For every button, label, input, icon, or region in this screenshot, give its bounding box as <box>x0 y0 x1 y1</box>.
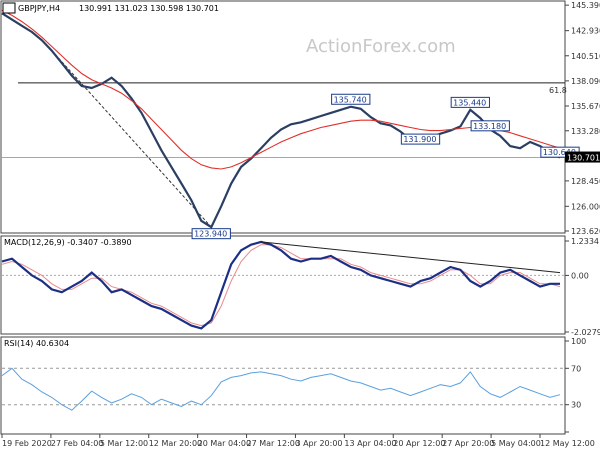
price-annotation-label: 133.180 <box>473 122 506 131</box>
x-axis-date-label: 5 Mar 12:00 <box>100 439 148 448</box>
x-axis-date-label: 5 May 04:00 <box>491 439 541 448</box>
macd-title: MACD(12,26,9) -0.3407 -0.3890 <box>4 238 132 247</box>
x-axis-date-label: 19 Feb 2020 <box>2 439 52 448</box>
x-axis-date-label: 3 Apr 20:00 <box>295 439 342 448</box>
x-axis-date-label: 20 Mar 04:00 <box>198 439 251 448</box>
x-axis-date-label: 27 Feb 04:00 <box>51 439 103 448</box>
macd-tick-label: -2.0279 <box>571 328 600 337</box>
price-tick-label: 140.510 <box>571 52 600 61</box>
rsi-tick-label: 70 <box>571 364 581 373</box>
chart-root: 145.390 142.930 140.510 138.090 135.670 133.2… <box>0 0 600 450</box>
current-price-label: 130.701 <box>567 154 600 163</box>
rsi-title: RSI(14) 40.6304 <box>4 339 69 348</box>
x-axis-date-label: 27 Mar 12:00 <box>247 439 300 448</box>
price-tick-label: 135.670 <box>571 102 600 111</box>
price-tick-label: 133.280 <box>571 127 600 136</box>
price-tick-label: 126.000 <box>571 202 600 211</box>
x-axis-date-label: 13 Apr 04:00 <box>344 439 396 448</box>
indicator-icon <box>2 2 16 14</box>
fib-label: 61.8 <box>549 86 567 95</box>
x-axis-date-label: 27 Apr 20:00 <box>442 439 494 448</box>
watermark: ActionForex.com <box>306 36 456 57</box>
price-annotation-label: 135.440 <box>453 98 486 107</box>
price-tick-label: 145.390 <box>571 1 600 10</box>
price-tick-label: 142.930 <box>571 27 600 36</box>
price-tick-label: 128.450 <box>571 177 600 186</box>
rsi-panel <box>0 336 566 435</box>
price-tick-label: 138.090 <box>571 77 600 86</box>
price-tick-label: 123.620 <box>571 227 600 236</box>
price-annotation-label: 131.900 <box>403 135 436 144</box>
symbol-label: GBPJPY,H4 <box>18 4 60 13</box>
x-axis-date-label: 12 May 12:00 <box>540 439 595 448</box>
ohlc-label: 130.991 131.023 130.598 130.701 <box>79 4 219 13</box>
price-annotation-label: 123.940 <box>194 230 227 239</box>
x-axis-date-label: 12 Mar 20:00 <box>149 439 202 448</box>
price-annotation-label: 135.740 <box>334 95 367 104</box>
rsi-tick-label: 100 <box>571 337 586 346</box>
rsi-tick-label: 30 <box>571 401 581 410</box>
x-axis-date-label: 20 Apr 12:00 <box>393 439 445 448</box>
macd-tick-label: 1.2334 <box>571 237 599 246</box>
macd-tick-label: 0.00 <box>571 271 589 280</box>
chart-svg: 145.390 142.930 140.510 138.090 135.670 133.2… <box>0 0 600 448</box>
